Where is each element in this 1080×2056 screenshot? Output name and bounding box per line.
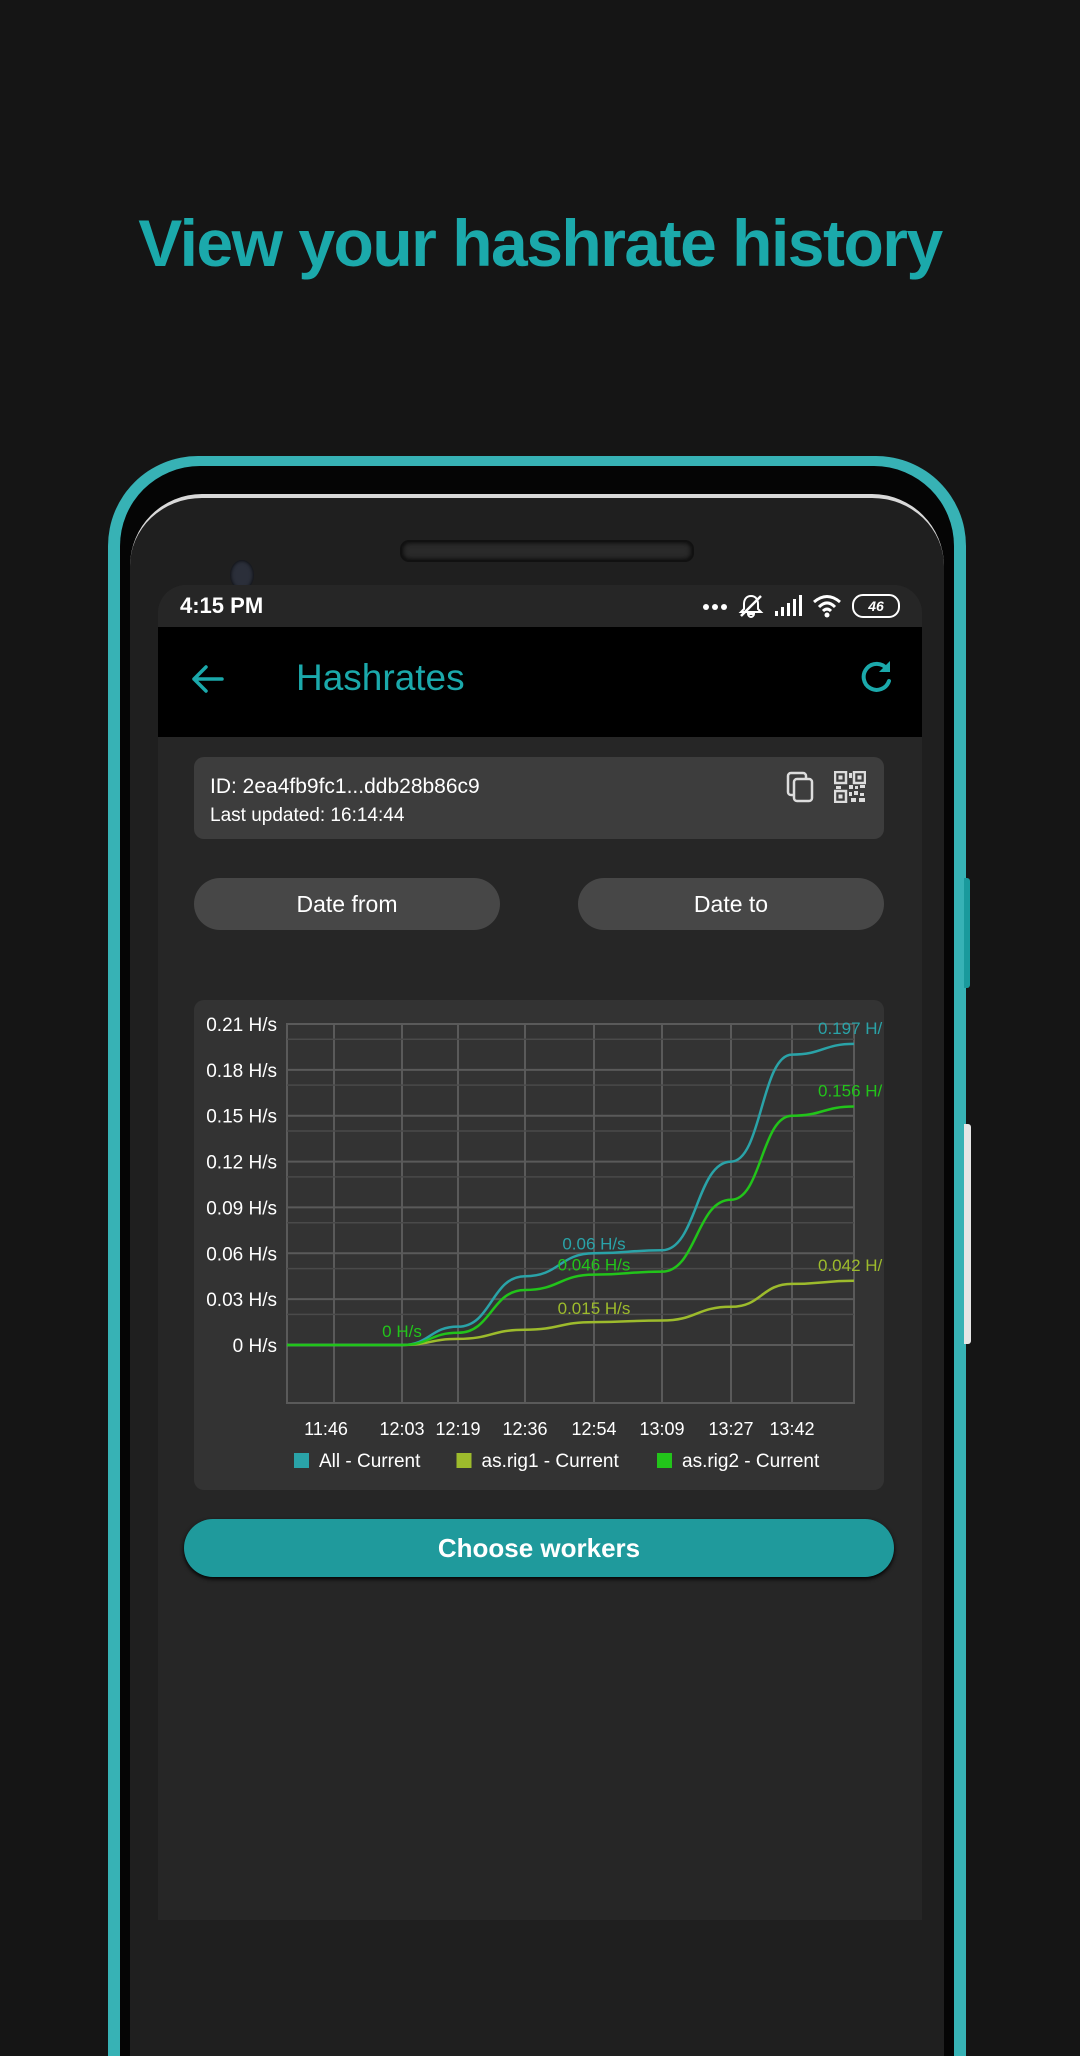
page-title: Hashrates [296,657,465,698]
legend-swatch [657,1453,672,1468]
status-icons: 46 [702,593,900,619]
y-tick-label: 0.12 H/s [206,1153,277,1174]
x-tick-label: 12:36 [502,1419,547,1439]
phone-screen: 4:15 PM 46 Hashrates ID: 2ea4fb9fc1...dd… [158,585,922,1920]
battery-level: 46 [868,598,884,614]
legend-label: as.rig1 - Current [482,1451,620,1472]
y-tick-label: 0.06 H/s [206,1244,277,1265]
date-to-button[interactable]: Date to [578,878,884,930]
x-tick-label: 13:42 [769,1419,814,1439]
refresh-icon[interactable] [856,657,896,697]
qr-code-icon[interactable] [834,771,866,803]
bell-muted-icon [738,594,764,619]
app-bar: Hashrates [158,627,922,737]
x-tick-label: 12:54 [571,1419,616,1439]
y-tick-label: 0.09 H/s [206,1198,277,1219]
x-tick-label: 11:46 [304,1419,348,1439]
status-time: 4:15 PM [180,593,264,618]
data-label: 0.042 H/ [818,1256,883,1275]
x-tick-label: 12:03 [379,1419,424,1439]
y-tick-label: 0.15 H/s [206,1107,277,1128]
legend-label: All - Current [319,1451,421,1472]
more-dots-icon [703,604,727,610]
volume-button [964,878,970,988]
copy-icon[interactable] [786,771,816,803]
y-tick-label: 0.18 H/s [206,1061,277,1082]
legend-swatch [294,1453,309,1468]
data-label: 0.197 H/ [818,1019,883,1038]
data-label: 0.015 H/s [558,1299,631,1318]
signal-icon [775,595,802,616]
battery-icon: 46 [852,594,900,618]
date-from-button[interactable]: Date from [194,878,500,930]
data-label: 0.156 H/ [818,1082,883,1101]
headline: View your hashrate history [138,206,943,280]
y-tick-label: 0 H/s [233,1336,277,1357]
y-tick-label: 0.03 H/s [206,1290,277,1311]
x-tick-label: 13:09 [639,1419,684,1439]
y-tick-label: 0.21 H/s [206,1015,277,1036]
data-label: 0.046 H/s [558,1256,631,1275]
data-label: 0 H/s [382,1322,422,1341]
wallet-id: ID: 2ea4fb9fc1...ddb28b86c9 [210,775,480,798]
wifi-icon [813,595,841,618]
power-button [964,1124,971,1344]
hashrate-chart-card: 0 H/s 0.03 H/s 0.06 H/s 0.09 H/s 0.12 H/s 0.1… [194,1000,884,1490]
last-updated: Last updated: 16:14:44 [210,805,405,826]
wallet-info-card: ID: 2ea4fb9fc1...ddb28b86c9 Last updated… [194,757,884,839]
choose-workers-button[interactable]: Choose workers [184,1519,894,1577]
hashrate-chart: 0 H/s 0.03 H/s 0.06 H/s 0.09 H/s 0.12 H/s 0.1… [206,1015,883,1472]
legend-label: as.rig2 - Current [682,1451,820,1472]
status-bar: 4:15 PM 46 [158,585,922,627]
x-tick-label: 13:27 [708,1419,753,1439]
arrow-left-icon[interactable] [186,657,230,701]
x-tick-label: 12:19 [435,1419,480,1439]
legend-swatch [456,1453,472,1468]
speaker-grille [400,540,694,562]
data-label: 0.06 H/s [562,1234,625,1253]
